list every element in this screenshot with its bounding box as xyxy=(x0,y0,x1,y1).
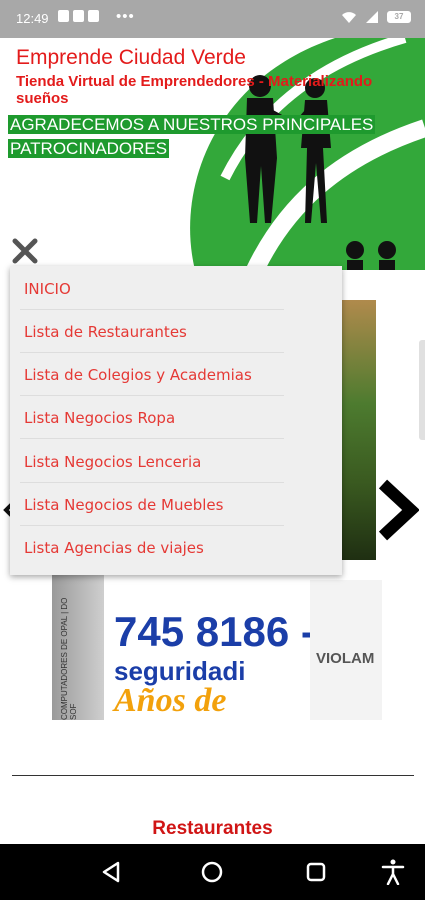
more-notifications-icon: ••• xyxy=(116,8,135,25)
facebook-notification-icon xyxy=(73,10,84,22)
sponsors-line-2: PATROCINADORES xyxy=(8,139,170,158)
menu-divider xyxy=(20,395,284,396)
back-icon[interactable] xyxy=(100,861,122,883)
section-divider xyxy=(12,775,414,776)
recent-apps-icon[interactable] xyxy=(306,862,326,882)
sponsors-line-1: AGRADECEMOS A NUESTROS PRINCIPALES xyxy=(8,115,376,134)
ad-phone-number: 745 8186 - xyxy=(114,608,310,655)
menu-divider xyxy=(20,525,284,526)
battery-icon: 37 xyxy=(387,11,411,23)
menu-item-agencias[interactable]: Lista Agencias de viajes xyxy=(24,539,204,557)
sponsor-ad: COMPUTADORES DE OPAL | DO SOF 745 8186 -… xyxy=(52,560,382,720)
status-bar: 12:49 ••• 37 xyxy=(0,0,425,38)
header-banner: Emprende Ciudad Verde Tienda Virtual de … xyxy=(0,38,425,270)
ad-brand: VIOLAM xyxy=(316,650,375,667)
ad-box-side: COMPUTADORES DE OPAL | DO SOF xyxy=(52,570,104,720)
menu-item-ropa[interactable]: Lista Negocios Ropa xyxy=(24,409,175,427)
ad-line-3: Años de xyxy=(114,682,227,719)
menu-item-colegios[interactable]: Lista de Colegios y Academias xyxy=(24,366,252,384)
close-menu-icon[interactable] xyxy=(10,236,40,266)
menu-divider xyxy=(20,482,284,483)
ad-box-front: 745 8186 - seguridadi Años de xyxy=(104,560,310,720)
home-icon[interactable] xyxy=(201,861,223,883)
navigation-menu: INICIO Lista de Restaurantes Lista de Co… xyxy=(10,266,342,575)
sponsors-banner: AGRADECEMOS A NUESTROS PRINCIPALES PATRO… xyxy=(8,113,408,161)
system-nav-bar xyxy=(0,844,425,900)
menu-divider xyxy=(20,309,284,310)
menu-item-muebles[interactable]: Lista Negocios de Muebles xyxy=(24,496,223,514)
ad-box-right: VIOLAM xyxy=(310,580,382,720)
menu-item-lenceria[interactable]: Lista Negocios Lenceria xyxy=(24,453,201,471)
menu-item-restaurantes[interactable]: Lista de Restaurantes xyxy=(24,323,187,341)
notification-icons xyxy=(58,10,99,22)
app-notification-icon xyxy=(88,10,99,22)
carousel-next-arrow[interactable] xyxy=(375,478,419,542)
signal-icon xyxy=(366,11,378,23)
brand-title: Emprende Ciudad Verde xyxy=(16,46,246,69)
photo-notification-icon xyxy=(58,10,69,22)
accessibility-icon[interactable] xyxy=(381,859,405,885)
side-scroll-handle[interactable] xyxy=(419,340,425,440)
status-time: 12:49 xyxy=(16,11,49,26)
brand-subtitle: Tienda Virtual de Emprendedores - Materi… xyxy=(16,73,373,107)
ad-side-text: COMPUTADORES DE OPAL | DO SOF xyxy=(60,597,78,720)
menu-divider xyxy=(20,352,284,353)
section-title: Restaurantes xyxy=(152,818,273,839)
menu-item-inicio[interactable]: INICIO xyxy=(24,280,71,298)
wifi-icon xyxy=(342,11,356,23)
menu-divider xyxy=(20,438,284,439)
